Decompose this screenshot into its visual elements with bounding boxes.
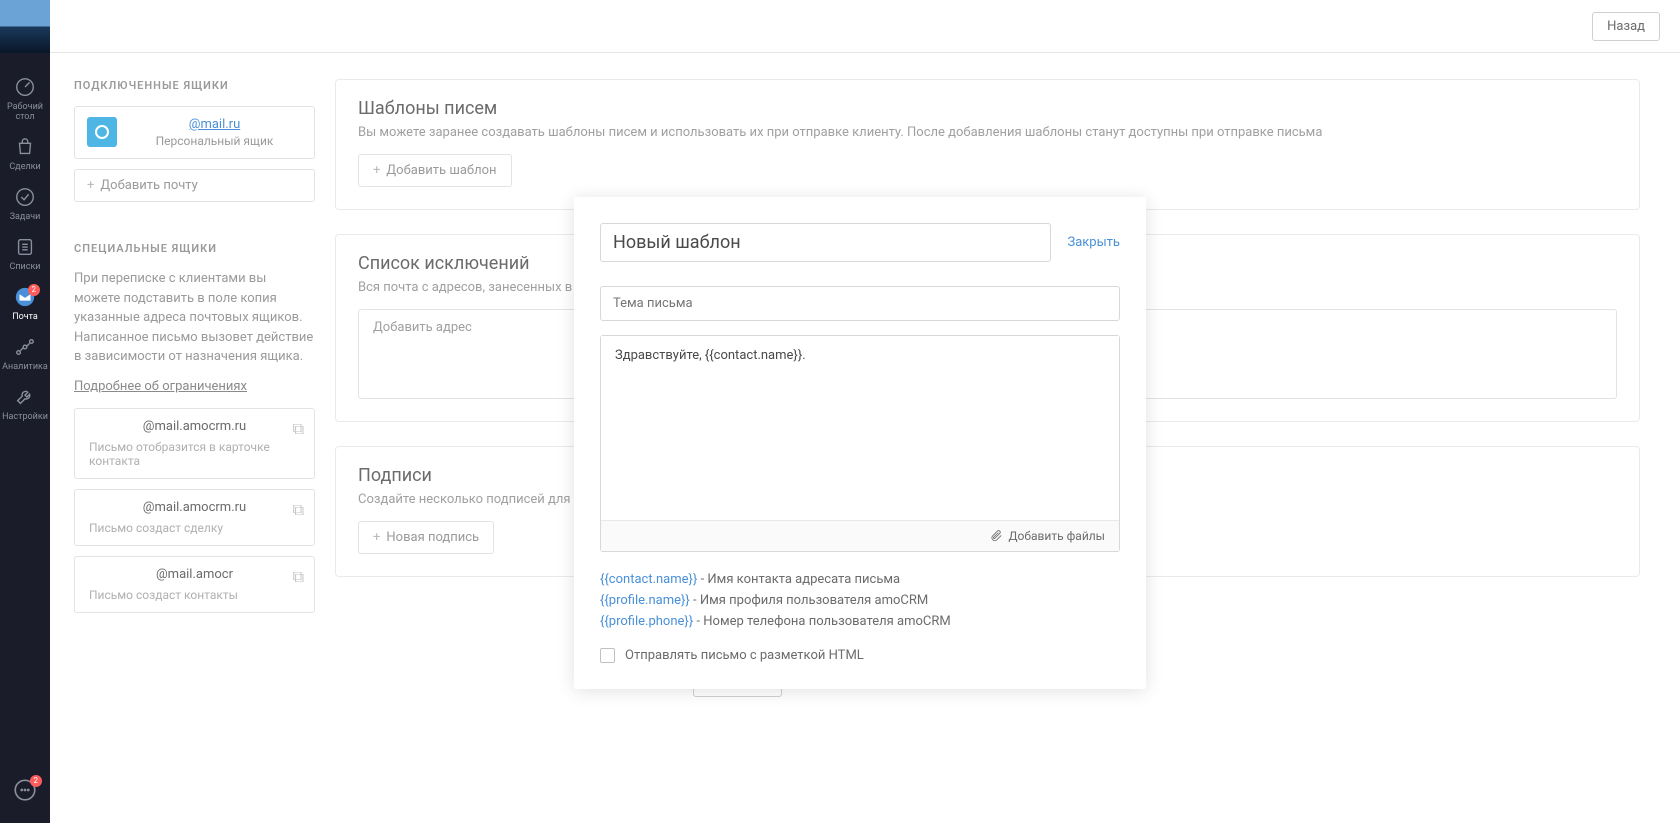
add-mail-button[interactable]: + Добавить почту [74, 169, 315, 202]
plus-icon: + [87, 178, 94, 193]
attach-label: Добавить файлы [1009, 529, 1106, 543]
add-mail-label: Добавить почту [100, 178, 197, 193]
special-email: @mail.amocrm.ru [89, 500, 300, 515]
nav-label: Аналитика [2, 362, 48, 372]
nav-chat-badge: 2 [30, 775, 43, 787]
special-sub: Письмо отобразится в карточке контакта [89, 440, 300, 468]
template-body-textarea[interactable] [601, 336, 1119, 516]
app-logo [0, 0, 50, 53]
add-signature-label: Новая подпись [386, 530, 479, 545]
chart-icon [14, 336, 36, 358]
copy-icon[interactable]: ⧉ [293, 419, 304, 439]
variable-token[interactable]: {{profile.name}} [600, 593, 690, 608]
bag-icon [14, 136, 36, 158]
nav-item-analytics[interactable]: Аналитика [0, 328, 50, 378]
nav-item-lists[interactable]: Списки [0, 228, 50, 278]
template-modal: Закрыть Добавить файлы {{contact.name}} … [574, 197, 1146, 689]
copy-icon[interactable]: ⧉ [293, 567, 304, 587]
special-email: @mail.amocr [89, 567, 300, 582]
mailbox-provider-icon [87, 117, 117, 147]
nav-chat[interactable]: 2 [0, 777, 50, 803]
variable-token[interactable]: {{contact.name}} [600, 572, 697, 587]
nav-item-deals[interactable]: Сделки [0, 128, 50, 178]
variable-row: {{contact.name}} - Имя контакта адресата… [600, 570, 1120, 591]
plus-icon: + [373, 530, 380, 545]
nav-sidebar: Рабочий стол Сделки Задачи Списки 2 Почт… [0, 0, 50, 823]
special-more-link[interactable]: Подробнее об ограничениях [74, 379, 247, 394]
template-subject-input[interactable] [600, 286, 1120, 321]
html-checkbox-row: Отправлять письмо с разметкой HTML [600, 648, 1120, 663]
modal-close-link[interactable]: Закрыть [1067, 235, 1120, 250]
mailbox-email: @mail.ru [127, 117, 302, 132]
copy-icon[interactable]: ⧉ [293, 500, 304, 520]
special-mailbox-card: @mail.amocr ⧉ Письмо создаст контакты [74, 556, 315, 613]
mailbox-type: Персональный ящик [127, 134, 302, 148]
top-bar: Назад [50, 0, 1680, 53]
back-button[interactable]: Назад [1592, 12, 1660, 41]
special-desc: При переписке с клиентами вы можете подс… [74, 269, 315, 367]
variable-desc: - Имя профиля пользователя amoCRM [690, 593, 928, 608]
html-checkbox-label: Отправлять письмо с разметкой HTML [625, 648, 864, 663]
nav-label: Настройки [2, 412, 48, 422]
nav-label: Задачи [10, 212, 41, 222]
settings-left-column: ПОДКЛЮЧЕННЫЕ ЯЩИКИ @mail.ru Персональный… [50, 53, 315, 823]
variable-desc: - Номер телефона пользователя amoCRM [693, 614, 951, 629]
nav-mail-badge: 2 [28, 284, 41, 296]
special-email: @mail.amocrm.ru [89, 419, 300, 434]
templates-desc: Вы можете заранее создавать шаблоны писе… [358, 125, 1617, 140]
wrench-icon [14, 386, 36, 408]
list-icon [14, 236, 36, 258]
nav-item-mail[interactable]: 2 Почта [0, 278, 50, 328]
variable-token[interactable]: {{profile.phone}} [600, 614, 693, 629]
variable-row: {{profile.phone}} - Номер телефона польз… [600, 612, 1120, 633]
add-signature-button[interactable]: + Новая подпись [358, 521, 494, 554]
nav-label: Почта [12, 312, 38, 322]
nav-label: Сделки [9, 162, 40, 172]
add-template-label: Добавить шаблон [386, 163, 496, 178]
connected-heading: ПОДКЛЮЧЕННЫЕ ЯЩИКИ [74, 79, 315, 92]
templates-title: Шаблоны писем [358, 98, 1617, 119]
special-heading: СПЕЦИАЛЬНЫЕ ЯЩИКИ [74, 242, 315, 255]
nav-item-dashboard[interactable]: Рабочий стол [0, 68, 50, 128]
variable-row: {{profile.name}} - Имя профиля пользоват… [600, 591, 1120, 612]
nav-label: Списки [9, 262, 40, 272]
special-mailbox-card: @mail.amocrm.ru ⧉ Письмо отобразится в к… [74, 408, 315, 479]
mailbox-card[interactable]: @mail.ru Персональный ящик [74, 106, 315, 159]
html-checkbox[interactable] [600, 648, 615, 663]
template-title-input[interactable] [600, 223, 1051, 262]
add-template-button[interactable]: + Добавить шаблон [358, 154, 512, 187]
gauge-icon [14, 76, 36, 98]
special-sub: Письмо создаст контакты [89, 588, 300, 602]
check-circle-icon [14, 186, 36, 208]
templates-section: Шаблоны писем Вы можете заранее создават… [335, 79, 1640, 210]
nav-item-tasks[interactable]: Задачи [0, 178, 50, 228]
variable-desc: - Имя контакта адресата письма [697, 572, 900, 587]
variables-list: {{contact.name}} - Имя контакта адресата… [600, 570, 1120, 632]
nav-label: Рабочий стол [0, 102, 50, 122]
plus-icon: + [373, 163, 380, 178]
paperclip-icon [989, 529, 1003, 543]
attach-files-link[interactable]: Добавить файлы [989, 529, 1106, 543]
nav-item-settings[interactable]: Настройки [0, 378, 50, 428]
special-sub: Письмо создаст сделку [89, 521, 300, 535]
special-mailbox-card: @mail.amocrm.ru ⧉ Письмо создаст сделку [74, 489, 315, 546]
